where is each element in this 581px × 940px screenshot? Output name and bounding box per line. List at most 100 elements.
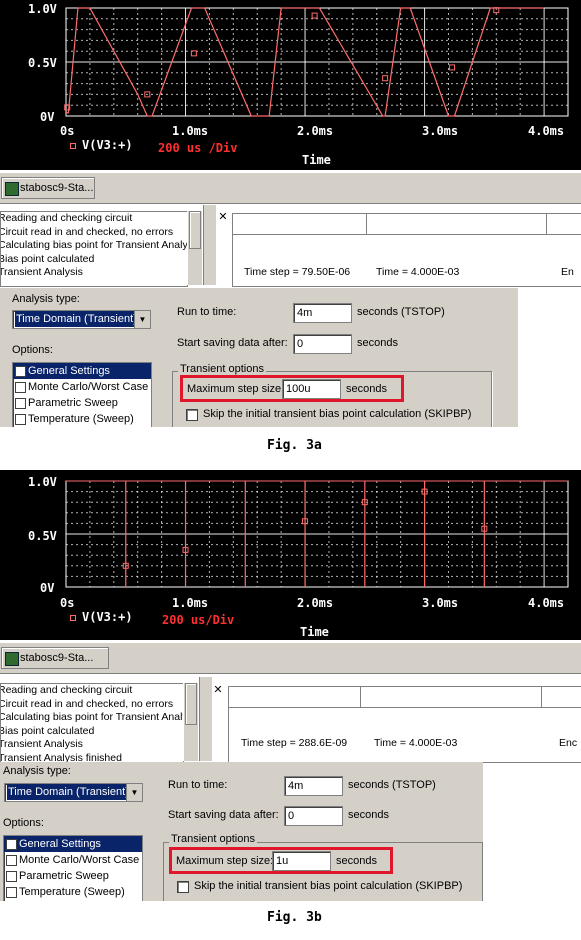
- taskbar-b: stabosc9-Sta...: [0, 642, 581, 674]
- option-parametric-sweep[interactable]: Parametric Sweep: [13, 395, 151, 411]
- status-pane-b: Time step = 288.6E-09 Time = 4.000E-03 E…: [228, 686, 581, 763]
- skip-bias-label: Skip the initial transient bias point ca…: [203, 408, 472, 420]
- checkbox-icon: [6, 887, 17, 898]
- analysis-type-select[interactable]: Time Domain (Transient) ▼: [12, 310, 151, 329]
- plot-a-y-tick-1: 0.5V: [28, 56, 57, 70]
- status-a-extra: En: [561, 266, 574, 278]
- transient-options-label: Transient options: [169, 833, 257, 845]
- start-saving-unit: seconds: [348, 809, 389, 821]
- taskbar-b-window-button[interactable]: stabosc9-Sta...: [1, 647, 109, 669]
- output-b-scrollbar[interactable]: [183, 683, 198, 761]
- output-pane-b: Reading and checking circuit Circuit rea…: [0, 683, 184, 763]
- scroll-thumb[interactable]: [185, 683, 197, 725]
- checkbox-icon: [15, 398, 26, 409]
- output-line: Bias point calculated: [0, 252, 95, 265]
- chevron-down-icon[interactable]: ▼: [134, 311, 150, 328]
- plot-b-x-tick-1: 1.0ms: [172, 596, 209, 610]
- run-to-time-label: Run to time:: [168, 779, 228, 791]
- sim-settings-dialog-b: Analysis type: Time Domain (Transient) ▼…: [0, 762, 483, 901]
- checkbox-icon: [15, 414, 26, 425]
- plot-a-legend: V(V3:+): [82, 138, 133, 152]
- option-parametric-sweep[interactable]: Parametric Sweep: [4, 868, 142, 884]
- output-pane-a: Reading and checking circuit Circuit rea…: [0, 211, 188, 287]
- taskbar-a-window-button[interactable]: stabosc9-Sta...: [1, 177, 95, 199]
- status-b-header: [229, 687, 581, 708]
- start-saving-label: Start saving data after:: [168, 809, 279, 821]
- max-step-highlight: [169, 847, 393, 874]
- skip-bias-checkbox[interactable]: [177, 881, 189, 893]
- status-a-time-step: Time step = 79.50E-06: [244, 266, 351, 278]
- taskbar-a-window-label: stabosc9-Sta...: [20, 182, 94, 194]
- analysis-type-value: Time Domain (Transient): [7, 784, 130, 800]
- chevron-down-icon[interactable]: ▼: [126, 784, 142, 801]
- run-to-time-input[interactable]: 4m: [284, 776, 343, 796]
- analysis-type-select[interactable]: Time Domain (Transient) ▼: [4, 783, 143, 802]
- plot-a-x-tick-0: 0s: [60, 124, 75, 138]
- taskbar-a: stabosc9-Sta...: [0, 172, 581, 204]
- plot-a-x-tick-1: 1.0ms: [172, 124, 209, 138]
- plot-b-legend-marker: [70, 615, 76, 621]
- caption-fig-3b: Fig. 3b: [267, 910, 322, 925]
- plot-b-y-tick-2: 0V: [40, 581, 55, 595]
- sim-settings-dialog-a: Analysis type: Time Domain (Transient) ▼…: [0, 288, 518, 427]
- caption-fig-3a: Fig. 3a: [267, 438, 322, 453]
- start-saving-unit: seconds: [357, 337, 398, 349]
- series-marker: [311, 12, 318, 19]
- option-general-settings[interactable]: General Settings: [4, 836, 142, 852]
- option-temperature-sweep[interactable]: Temperature (Sweep): [13, 411, 151, 427]
- plot-a-xlabel: Time: [302, 153, 331, 167]
- option-monte-carlo[interactable]: Monte Carlo/Worst Case: [13, 379, 151, 395]
- start-saving-label: Start saving data after:: [177, 337, 288, 349]
- analysis-type-label: Analysis type:: [12, 293, 80, 305]
- output-line: Transient Analysis: [0, 738, 83, 750]
- status-a-col-divider: [366, 214, 367, 234]
- options-label: Options:: [12, 344, 53, 356]
- output-line: Calculating bias point for Transient Ana…: [0, 239, 188, 251]
- output-line: Circuit read in and checked, no errors: [0, 225, 174, 238]
- status-b-extra: Enc: [559, 737, 578, 749]
- plot-a-y-tick-0: 1.0V: [28, 2, 57, 16]
- options-list: General Settings Monte Carlo/Worst Case …: [3, 835, 143, 901]
- option-temperature-sweep[interactable]: Temperature (Sweep): [4, 884, 142, 900]
- series-marker: [382, 75, 389, 82]
- close-icon[interactable]: ✕: [217, 211, 229, 223]
- plot-a: 1.0V 0.5V 0V 0s 1.0ms 2.0ms 3.0ms 4.0ms …: [0, 0, 581, 170]
- checkbox-icon: [6, 871, 17, 882]
- split-b-divider[interactable]: [199, 677, 212, 761]
- status-b-time-step: Time step = 288.6E-09: [241, 737, 348, 749]
- options-list: General Settings Monte Carlo/Worst Case …: [12, 362, 152, 427]
- max-step-highlight: [180, 375, 404, 402]
- status-a-header: [233, 214, 581, 235]
- series-marker: [449, 64, 456, 71]
- run-to-time-unit: seconds (TSTOP): [357, 306, 445, 318]
- plot-a-x-tick-3: 3.0ms: [422, 124, 459, 138]
- options-label: Options:: [3, 817, 44, 829]
- plot-b-x-tick-4: 4.0ms: [528, 596, 565, 610]
- close-icon[interactable]: ✕: [212, 684, 224, 696]
- schematic-icon: [5, 652, 19, 666]
- status-b-col-divider: [541, 687, 542, 707]
- plot-a-legend-marker: [70, 143, 76, 149]
- run-to-time-input[interactable]: 4m: [293, 303, 352, 323]
- scroll-thumb[interactable]: [189, 211, 201, 249]
- plot-a-y-tick-2: 0V: [40, 110, 55, 124]
- run-to-time-unit: seconds (TSTOP): [348, 779, 436, 791]
- skip-bias-checkbox[interactable]: [186, 409, 198, 421]
- output-a-scrollbar[interactable]: [187, 211, 202, 285]
- plot-b-y-tick-1: 0.5V: [28, 529, 57, 543]
- start-saving-input[interactable]: 0: [293, 334, 352, 354]
- status-a-col-divider: [546, 214, 547, 234]
- split-a-divider[interactable]: [203, 205, 216, 285]
- option-general-settings[interactable]: General Settings: [13, 363, 151, 379]
- status-b-time: Time = 4.000E-03: [374, 737, 458, 749]
- taskbar-b-window-label: stabosc9-Sta...: [20, 652, 94, 664]
- plot-a-x-tick-2: 2.0ms: [297, 124, 334, 138]
- skip-bias-label: Skip the initial transient bias point ca…: [194, 880, 463, 892]
- output-line: Reading and checking circuit: [0, 684, 133, 696]
- output-line: Transient Analysis: [0, 266, 83, 278]
- output-line: Calculating bias point for Transient Ana…: [0, 711, 184, 723]
- option-monte-carlo[interactable]: Monte Carlo/Worst Case: [4, 852, 142, 868]
- plot-b-y-tick-0: 1.0V: [28, 475, 57, 489]
- output-line: Reading and checking circuit: [0, 212, 133, 224]
- start-saving-input[interactable]: 0: [284, 806, 343, 826]
